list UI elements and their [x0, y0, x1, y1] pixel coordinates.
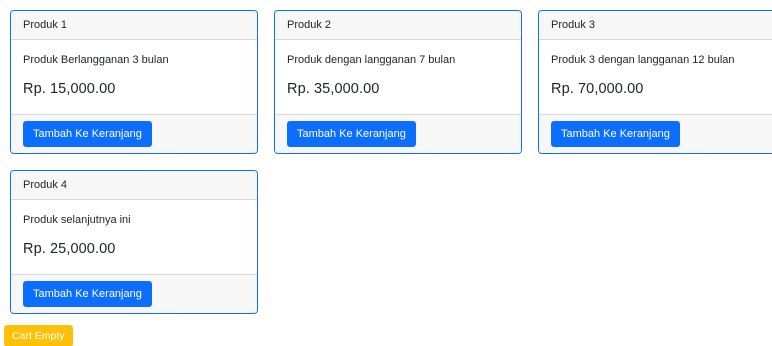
product-description: Produk selanjutnya ini — [23, 214, 131, 226]
add-to-cart-button[interactable]: Tambah Ke Keranjang — [23, 281, 152, 307]
product-card-body: Produk selanjutnya ini Rp. 25,000.00 — [11, 200, 257, 274]
cart-button[interactable]: Cart Empty — [4, 325, 73, 346]
product-card-header: Produk 1 — [11, 11, 257, 40]
product-card: Produk 2 Produk dengan langganan 7 bulan… — [274, 10, 522, 154]
product-card-body: Produk 3 dengan langganan 12 bulan Rp. 7… — [539, 40, 772, 114]
product-description: Produk dengan langganan 7 bulan — [287, 54, 456, 66]
product-card-body: Produk dengan langganan 7 bulan Rp. 35,0… — [275, 40, 521, 114]
product-description: Produk Berlangganan 3 bulan — [23, 54, 169, 66]
product-card-header: Produk 4 — [11, 171, 257, 200]
product-card: Produk 3 Produk 3 dengan langganan 12 bu… — [538, 10, 772, 154]
product-description: Produk 3 dengan langganan 12 bulan — [551, 54, 735, 66]
product-card-header: Produk 3 — [539, 11, 772, 40]
product-price: Rp. 15,000.00 — [23, 81, 116, 97]
product-card-body: Produk Berlangganan 3 bulan Rp. 15,000.0… — [11, 40, 257, 114]
add-to-cart-button[interactable]: Tambah Ke Keranjang — [551, 121, 680, 147]
product-card-footer: Tambah Ke Keranjang — [11, 114, 257, 153]
add-to-cart-button[interactable]: Tambah Ke Keranjang — [287, 121, 416, 147]
product-card: Produk 1 Produk Berlangganan 3 bulan Rp.… — [10, 10, 258, 154]
product-card-header: Produk 2 — [275, 11, 521, 40]
product-price: Rp. 25,000.00 — [23, 241, 116, 257]
product-card: Produk 4 Produk selanjutnya ini Rp. 25,0… — [10, 170, 258, 314]
product-price: Rp. 70,000.00 — [551, 81, 644, 97]
add-to-cart-button[interactable]: Tambah Ke Keranjang — [23, 121, 152, 147]
product-card-footer: Tambah Ke Keranjang — [539, 114, 772, 153]
product-price: Rp. 35,000.00 — [287, 81, 380, 97]
product-page: Produk 1 Produk Berlangganan 3 bulan Rp.… — [0, 0, 772, 346]
product-card-footer: Tambah Ke Keranjang — [11, 274, 257, 313]
product-card-footer: Tambah Ke Keranjang — [275, 114, 521, 153]
